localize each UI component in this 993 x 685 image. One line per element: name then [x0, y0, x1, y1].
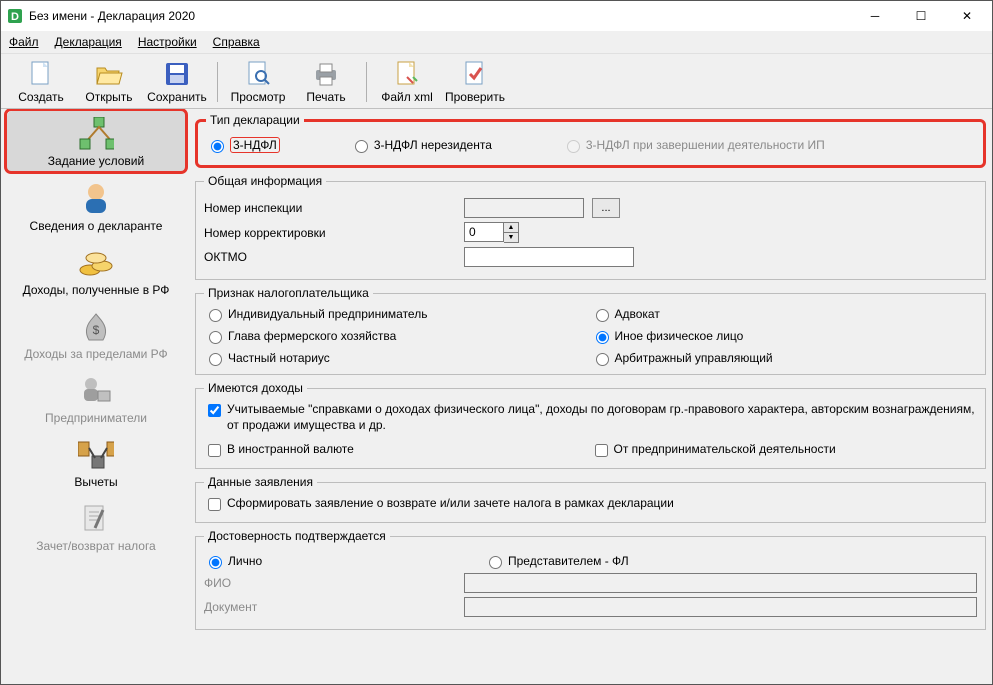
- sidebar-item-declarant[interactable]: Сведения о декларанте: [6, 175, 186, 237]
- new-file-icon: [27, 60, 55, 88]
- checkbox-income-2ndfl[interactable]: Учитываемые "справками о доходах физичес…: [204, 401, 977, 433]
- xml-file-icon: [393, 60, 421, 88]
- toolbar-preview[interactable]: Просмотр: [224, 58, 292, 106]
- radio-lawyer[interactable]: Адвокат: [591, 306, 948, 322]
- radio-other-individual[interactable]: Иное физическое лицо: [591, 328, 948, 344]
- radio-3ndfl[interactable]: 3-НДФЛ: [206, 137, 280, 153]
- group-has-income: Имеются доходы Учитываемые "справками о …: [195, 381, 986, 469]
- legend-taxpayer-type: Признак налогоплательщика: [204, 286, 373, 300]
- label-correction: Номер корректировки: [204, 226, 354, 240]
- radio-3ndfl-nonresident[interactable]: 3-НДФЛ нерезидента: [350, 137, 492, 153]
- menu-settings[interactable]: Настройки: [138, 35, 197, 49]
- menu-declaration[interactable]: Декларация: [55, 35, 122, 49]
- radio-farmer[interactable]: Глава фермерского хозяйства: [204, 328, 561, 344]
- radio-representative[interactable]: Представителем - ФЛ: [484, 553, 629, 569]
- radio-personally[interactable]: Лично: [204, 553, 454, 569]
- label-fio: ФИО: [204, 576, 284, 590]
- person-icon: [78, 181, 114, 217]
- spinner-correction[interactable]: ▲▼: [464, 222, 519, 243]
- sidebar-item-income-abroad[interactable]: $ Доходы за пределами РФ: [6, 303, 186, 365]
- body: Задание условий Сведения о декларанте До…: [1, 109, 992, 684]
- sidebar: Задание условий Сведения о декларанте До…: [1, 109, 191, 684]
- input-correction-value[interactable]: [464, 222, 504, 242]
- check-icon: [461, 60, 489, 88]
- input-document[interactable]: [464, 597, 977, 617]
- sidebar-item-offset-refund[interactable]: Зачет/возврат налога: [6, 495, 186, 557]
- deductions-icon: [78, 437, 114, 473]
- label-document: Документ: [204, 600, 284, 614]
- toolbar-print[interactable]: Печать: [292, 58, 360, 106]
- toolbar-check[interactable]: Проверить: [441, 58, 509, 106]
- preview-icon: [244, 60, 272, 88]
- legend-general-info: Общая информация: [204, 174, 326, 188]
- toolbar: Создать Открыть Сохранить Просмотр Печат…: [1, 54, 992, 109]
- svg-text:D: D: [11, 11, 19, 23]
- sidebar-item-income-rf[interactable]: Доходы, полученные в РФ: [6, 239, 186, 301]
- radio-notary[interactable]: Частный нотариус: [204, 350, 561, 366]
- toolbar-open[interactable]: Открыть: [75, 58, 143, 106]
- checkbox-form-refund-application[interactable]: Сформировать заявление о возврате и/или …: [204, 495, 977, 514]
- toolbar-filexml[interactable]: Файл xml: [373, 58, 441, 106]
- group-reliability: Достоверность подтверждается Лично Предс…: [195, 529, 986, 630]
- checkbox-income-foreign-currency[interactable]: В иностранной валюте: [204, 441, 591, 460]
- radio-3ndfl-ip-closure[interactable]: 3-НДФЛ при завершении деятельности ИП: [562, 137, 825, 153]
- group-taxpayer-type: Признак налогоплательщика Индивидуальный…: [195, 286, 986, 375]
- window: D Без имени - Декларация 2020 ─ ☐ ✕ Файл…: [0, 0, 993, 685]
- window-title: Без имени - Декларация 2020: [29, 9, 195, 23]
- maximize-button[interactable]: ☐: [898, 1, 944, 31]
- legend-has-income: Имеются доходы: [204, 381, 307, 395]
- legend-reliability: Достоверность подтверждается: [204, 529, 390, 543]
- coins-icon: [78, 245, 114, 281]
- checkbox-income-entrepreneur[interactable]: От предпринимательской деятельности: [591, 441, 978, 460]
- toolbar-create[interactable]: Создать: [7, 58, 75, 106]
- input-oktmo[interactable]: [464, 247, 634, 267]
- close-button[interactable]: ✕: [944, 1, 990, 31]
- save-icon: [163, 60, 191, 88]
- label-oktmo: ОКТМО: [204, 250, 354, 264]
- app-icon: D: [7, 8, 23, 24]
- legend-application: Данные заявления: [204, 475, 317, 489]
- money-bag-icon: $: [78, 309, 114, 345]
- radio-ip[interactable]: Индивидуальный предприниматель: [204, 306, 561, 322]
- menu-help[interactable]: Справка: [213, 35, 260, 49]
- titlebar: D Без имени - Декларация 2020 ─ ☐ ✕: [1, 1, 992, 31]
- spin-up[interactable]: ▲: [504, 223, 518, 233]
- print-icon: [312, 60, 340, 88]
- content: Тип декларации 3-НДФЛ 3-НДФЛ нерезидента…: [191, 109, 992, 684]
- entrepreneur-icon: [78, 373, 114, 409]
- legend-declaration-type: Тип декларации: [206, 113, 304, 127]
- input-inspection[interactable]: [464, 198, 584, 218]
- menu-file[interactable]: Файл: [9, 35, 39, 49]
- window-controls: ─ ☐ ✕: [852, 1, 990, 31]
- group-application: Данные заявления Сформировать заявление …: [195, 475, 986, 523]
- spin-down[interactable]: ▼: [504, 233, 518, 242]
- conditions-icon: [78, 116, 114, 152]
- group-declaration-type: Тип декларации 3-НДФЛ 3-НДФЛ нерезидента…: [195, 113, 986, 168]
- open-folder-icon: [95, 60, 123, 88]
- toolbar-save[interactable]: Сохранить: [143, 58, 211, 106]
- radio-arbitration-manager[interactable]: Арбитражный управляющий: [591, 350, 948, 366]
- menubar: Файл Декларация Настройки Справка: [1, 31, 992, 54]
- sidebar-item-entrepreneurs[interactable]: Предприниматели: [6, 367, 186, 429]
- group-general-info: Общая информация Номер инспекции ... Ном…: [195, 174, 986, 280]
- label-inspection: Номер инспекции: [204, 201, 354, 215]
- svg-text:$: $: [93, 323, 100, 337]
- sidebar-item-deductions[interactable]: Вычеты: [6, 431, 186, 493]
- button-browse-inspection[interactable]: ...: [592, 198, 620, 218]
- input-fio[interactable]: [464, 573, 977, 593]
- sidebar-item-conditions[interactable]: Задание условий: [5, 109, 187, 173]
- document-pen-icon: [78, 501, 114, 537]
- minimize-button[interactable]: ─: [852, 1, 898, 31]
